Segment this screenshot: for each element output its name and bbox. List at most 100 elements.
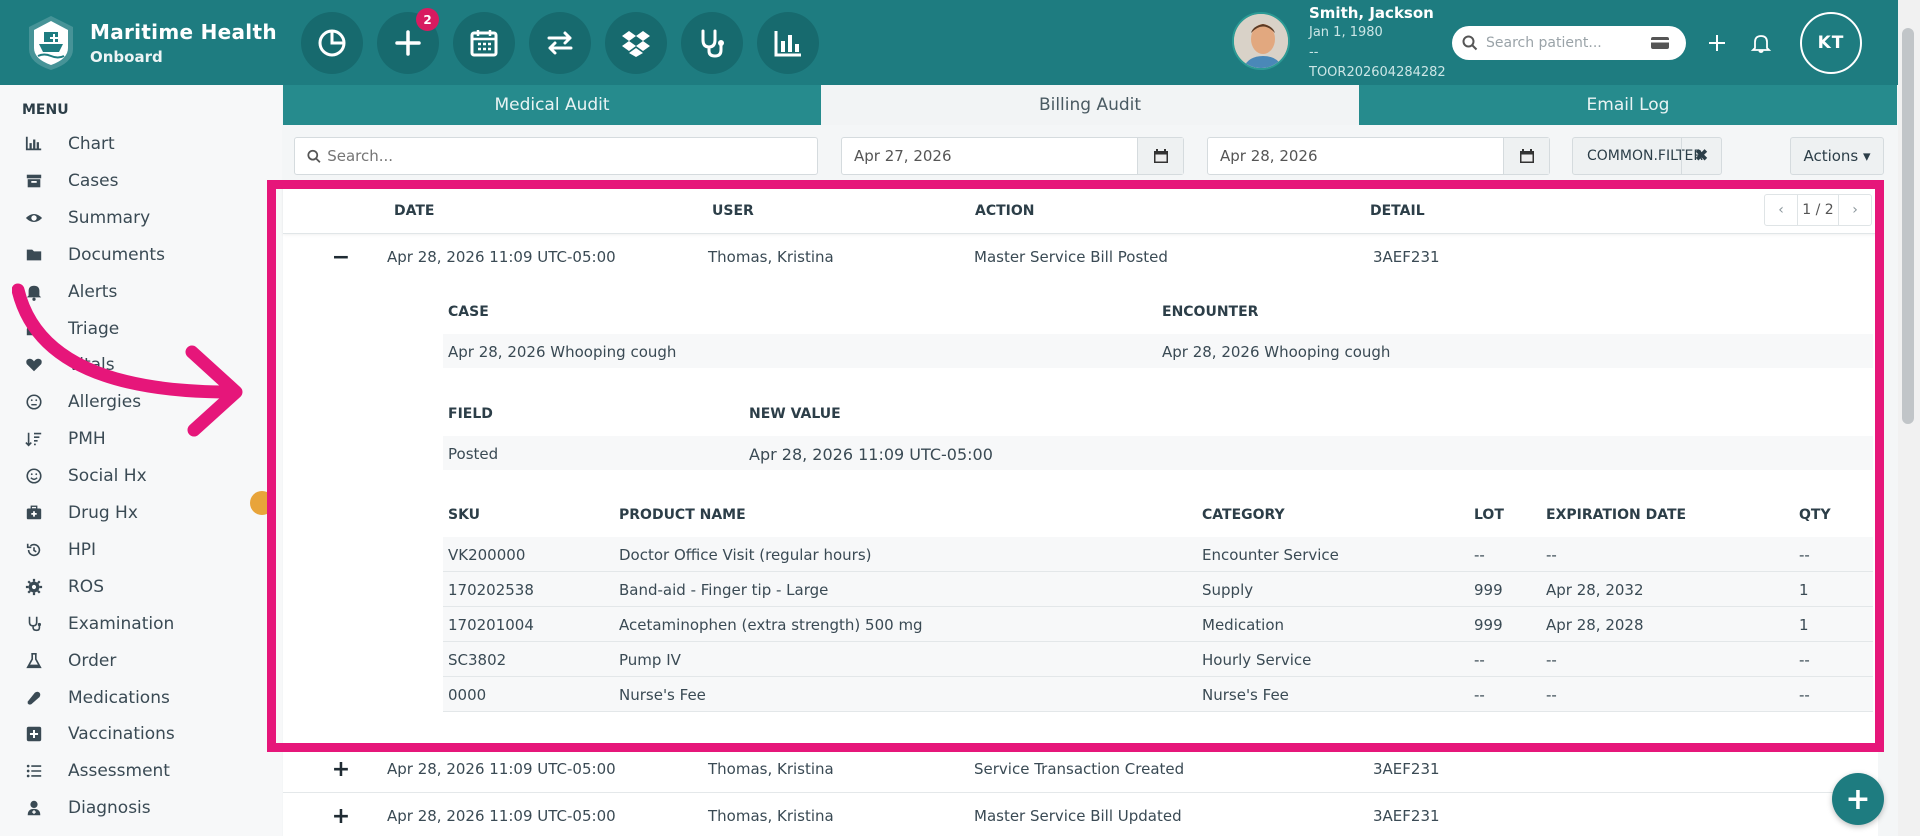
sidebar-item-allergies[interactable]: Allergies xyxy=(22,387,272,417)
sidebar-item-label: Alerts xyxy=(68,281,118,302)
calendar-icon xyxy=(470,30,498,57)
product-category: Medication xyxy=(1202,616,1285,634)
sidebar-item-medications[interactable]: Medications xyxy=(22,683,272,713)
product-qty: -- xyxy=(1799,651,1810,669)
sidebar-item-label: Chart xyxy=(68,134,115,154)
date-from-input[interactable] xyxy=(842,147,1183,165)
search-icon xyxy=(1462,35,1478,51)
tab-billing-audit[interactable]: Billing Audit xyxy=(821,85,1359,125)
col-action[interactable]: ACTION xyxy=(975,203,1035,219)
actions-dropdown[interactable]: Actions ▾ xyxy=(1790,137,1884,175)
table-row[interactable]: + Apr 28, 2026 11:09 UTC-05:00 Thomas, K… xyxy=(283,745,1878,791)
expand-row-button[interactable]: + xyxy=(326,801,356,831)
gear-icon xyxy=(22,577,46,597)
product-qty: 1 xyxy=(1799,616,1809,634)
sidebar-item-drug-hx[interactable]: Drug Hx xyxy=(22,498,272,528)
date-to-field[interactable] xyxy=(1207,137,1550,175)
user-md-icon xyxy=(22,798,46,818)
scrollbar-thumb[interactable] xyxy=(1902,28,1914,424)
sidebar-item-social-hx[interactable]: Social Hx xyxy=(22,461,272,491)
sidebar-item-ros[interactable]: ROS xyxy=(22,572,272,602)
product-lot: -- xyxy=(1474,686,1485,704)
header-add-button[interactable] xyxy=(1702,28,1732,58)
date-to-input[interactable] xyxy=(1208,147,1549,165)
page-indicator: 1 / 2 xyxy=(1797,195,1839,225)
clear-filter-button[interactable]: ✖ xyxy=(1681,138,1721,174)
stethoscope-icon xyxy=(22,614,46,634)
sidebar-item-vaccinations[interactable]: Vaccinations xyxy=(22,719,272,749)
user-menu-avatar[interactable]: KT xyxy=(1800,12,1862,74)
dropbox-button[interactable] xyxy=(605,12,667,74)
product-row: 0000 Nurse's Fee Nurse's Fee -- -- -- xyxy=(443,677,1873,712)
audit-search[interactable] xyxy=(294,137,818,175)
floating-add-button[interactable]: + xyxy=(1832,773,1884,825)
sidebar-item-vitals[interactable]: Vitals xyxy=(22,350,272,380)
stethoscope-button[interactable] xyxy=(681,12,743,74)
table-row[interactable]: + Apr 28, 2026 11:09 UTC-05:00 Thomas, K… xyxy=(283,792,1878,836)
sidebar-item-label: Assessment xyxy=(68,761,170,782)
patient-avatar[interactable] xyxy=(1232,12,1290,70)
top-bar: Maritime Health Onboard 2 Smith, Jackson… xyxy=(0,0,1920,85)
expand-row-button[interactable]: + xyxy=(326,754,356,784)
sidebar-item-documents[interactable]: Documents xyxy=(22,240,272,270)
table-row-expanded[interactable]: − Apr 28, 2026 11:09 UTC-05:00 Thomas, K… xyxy=(283,234,1878,280)
col-date[interactable]: DATE xyxy=(394,203,434,219)
transfer-button[interactable] xyxy=(529,12,591,74)
sidebar-item-order[interactable]: Order xyxy=(22,646,272,676)
patient-info[interactable]: Smith, Jackson Jan 1, 1980 -- TOOR202604… xyxy=(1309,4,1446,82)
col-detail[interactable]: DETAIL xyxy=(1370,203,1425,219)
product-name: Acetaminophen (extra strength) 500 mg xyxy=(619,616,923,634)
sidebar-item-examination[interactable]: Examination xyxy=(22,609,272,639)
date-from-field[interactable] xyxy=(841,137,1184,175)
new-value-header: NEW VALUE xyxy=(749,406,841,422)
field-row: Posted Apr 28, 2026 11:09 UTC-05:00 xyxy=(443,436,1873,470)
row-user: Thomas, Kristina xyxy=(708,807,834,825)
patient-search[interactable] xyxy=(1452,26,1686,60)
tab-email-log[interactable]: Email Log xyxy=(1359,85,1897,125)
smile-icon xyxy=(22,466,46,486)
sidebar-item-label: Allergies xyxy=(68,392,142,413)
sidebar-item-label: Examination xyxy=(68,613,175,634)
sidebar-item-assessment[interactable]: Assessment xyxy=(22,756,272,786)
product-name-header: PRODUCT NAME xyxy=(619,507,746,523)
calendar-button[interactable] xyxy=(453,12,515,74)
calendar-icon xyxy=(1153,149,1168,163)
sidebar-item-chart[interactable]: Chart xyxy=(22,129,272,159)
prev-page-button[interactable]: ‹ xyxy=(1765,195,1797,225)
flask-icon xyxy=(22,651,46,671)
notifications-button[interactable] xyxy=(1746,28,1776,58)
patient-search-input[interactable] xyxy=(1486,35,1646,51)
dashboard-button[interactable] xyxy=(301,12,363,74)
plus-icon xyxy=(1709,35,1725,51)
sidebar-item-label: Vitals xyxy=(68,355,115,376)
common-filter-button[interactable]: COMMON.FILTER ✖ xyxy=(1572,137,1722,175)
collapse-row-button[interactable]: − xyxy=(326,242,356,272)
sidebar-item-label: Drug Hx xyxy=(68,503,138,523)
sidebar-item-triage[interactable]: Triage xyxy=(22,314,272,344)
sidebar-item-summary[interactable]: Summary xyxy=(22,203,272,233)
card-icon[interactable] xyxy=(1650,35,1670,51)
row-detail: 3AEF231 xyxy=(1373,760,1440,778)
audit-search-input[interactable] xyxy=(321,147,817,165)
date-from-calendar-button[interactable] xyxy=(1137,138,1183,174)
sidebar-item-label: Documents xyxy=(68,244,165,265)
sidebar-item-pmh[interactable]: PMH xyxy=(22,424,272,454)
reports-button[interactable] xyxy=(757,12,819,74)
sidebar-item-cases[interactable]: Cases xyxy=(22,166,272,196)
product-lot: -- xyxy=(1474,651,1485,669)
sidebar-item-diagnosis[interactable]: Diagnosis xyxy=(22,793,272,823)
calendar-icon xyxy=(1519,149,1534,163)
sidebar-item-hpi[interactable]: HPI xyxy=(22,535,272,565)
date-to-calendar-button[interactable] xyxy=(1503,138,1549,174)
tab-medical-audit[interactable]: Medical Audit xyxy=(283,85,821,125)
expiration-header: EXPIRATION DATE xyxy=(1546,507,1687,523)
row-detail: 3AEF231 xyxy=(1373,807,1440,825)
heart-icon xyxy=(22,355,46,375)
pagination: ‹ 1 / 2 › xyxy=(1764,194,1872,226)
col-user[interactable]: USER xyxy=(712,203,754,219)
brand[interactable]: Maritime Health Onboard xyxy=(26,14,277,72)
sidebar-item-alerts[interactable]: Alerts xyxy=(22,277,272,307)
add-button[interactable]: 2 xyxy=(377,8,439,74)
add-count-badge: 2 xyxy=(416,8,439,31)
next-page-button[interactable]: › xyxy=(1839,195,1871,225)
